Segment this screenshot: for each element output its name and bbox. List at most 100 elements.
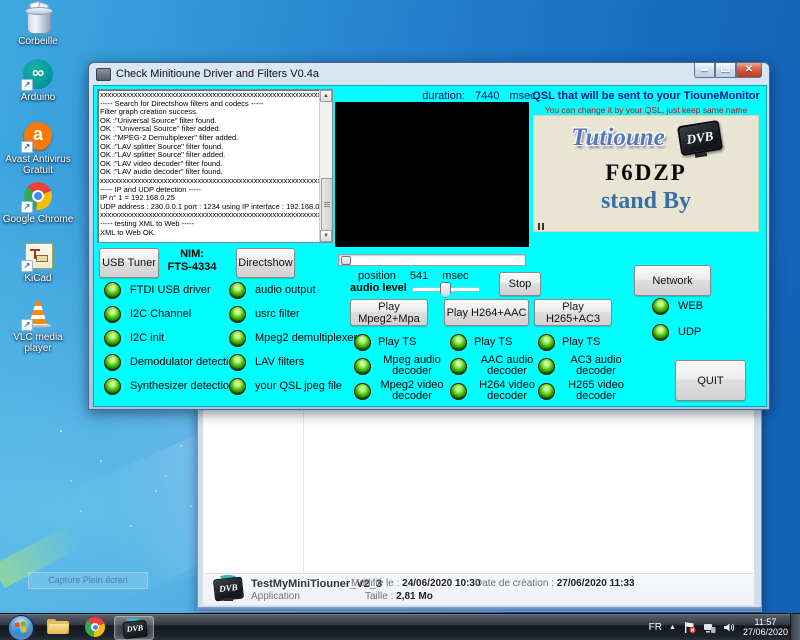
led-row-web: WEB — [652, 298, 703, 314]
recycle-bin-icon — [22, 2, 54, 34]
status-led — [652, 324, 669, 341]
status-led — [229, 354, 246, 371]
scroll-up-icon[interactable]: ▲ — [320, 90, 332, 102]
dvb-app-icon: DVB — [121, 619, 147, 638]
led-row-audio-output: audio output — [229, 282, 316, 298]
desktop-icon-arduino[interactable]: ∞ ↗ Arduino — [0, 58, 76, 103]
volume-tray-icon[interactable] — [723, 621, 736, 634]
tray-expand-icon[interactable]: ▲ — [669, 624, 676, 631]
log-lines: xxxxxxxxxxxxxxxxxxxxxxxxxxxxxxxxxxxxxxxx… — [100, 91, 319, 237]
explorer-window[interactable]: DVB TestMyMiniTiouner_V2_3 Application M… — [197, 403, 762, 612]
led-row-ftdi: FTDI USB driver — [104, 282, 211, 298]
status-led — [538, 383, 555, 400]
desktop-icon-chrome[interactable]: ↗ Google Chrome — [0, 180, 76, 225]
seek-thumb[interactable] — [341, 256, 351, 265]
taskbar-chrome-button[interactable] — [78, 616, 112, 638]
led-row-mpeg-audio: Mpeg audio decoder — [354, 355, 446, 377]
status-led — [104, 354, 121, 371]
system-tray: FR ▲ — [649, 614, 788, 640]
show-desktop-button[interactable] — [790, 614, 800, 640]
app-icon — [96, 68, 111, 81]
app-window: Check Minitioune Driver and Filters V0.4… — [88, 62, 770, 410]
close-button[interactable]: ✕ — [736, 63, 762, 78]
chrome-icon — [85, 617, 105, 637]
status-led — [354, 334, 371, 351]
wallpaper-sparkles — [60, 430, 62, 432]
led-row-i2c-init: I2C init — [104, 330, 164, 346]
desktop-screen: Corbeille ∞ ↗ Arduino a ↗ Avast Antiviru… — [0, 0, 800, 640]
quit-button[interactable]: QUIT — [675, 360, 746, 401]
taskbar-explorer-button[interactable] — [40, 616, 76, 638]
minimize-button[interactable] — [694, 63, 715, 78]
qsl-card-image: Tutioune DVB F6DZP stand By — [533, 115, 759, 232]
start-button[interactable] — [8, 615, 34, 640]
network-button[interactable]: Network — [634, 265, 711, 296]
status-led — [104, 306, 121, 323]
status-led — [229, 378, 246, 395]
audio-level-thumb[interactable] — [440, 282, 451, 298]
desktop-icon-label: Corbeille — [0, 36, 76, 47]
led-row-play-ts: Play TS — [354, 334, 416, 351]
status-led — [354, 383, 371, 400]
shortcut-arrow-icon: ↗ — [21, 319, 33, 331]
stop-button[interactable]: Stop — [499, 272, 541, 296]
desktop-icon-kicad[interactable]: ↗ KiCad — [0, 239, 76, 284]
network-tray-icon[interactable] — [703, 621, 716, 634]
window-controls: ✕ — [694, 63, 762, 78]
play-h265-button[interactable]: Play H265+AC3 — [534, 299, 612, 326]
desktop-icon-recycle-bin[interactable]: Corbeille — [0, 2, 76, 47]
log-scrollbar[interactable]: ▲ ▼ — [319, 90, 332, 242]
led-row-synthesizer: Synthesizer detection — [104, 378, 235, 394]
kicad-icon: ↗ — [22, 239, 54, 271]
video-display — [335, 102, 529, 247]
ghost-selection-label: Capture Plein écran — [28, 572, 148, 589]
play-h264-button[interactable]: Play H264+AAC — [444, 299, 529, 326]
status-led — [229, 330, 246, 347]
led-row-udp: UDP — [652, 324, 701, 340]
desktop-icon-label: VLC media player — [0, 332, 76, 354]
usb-tuner-button[interactable]: USB Tuner — [99, 248, 159, 278]
language-indicator[interactable]: FR — [649, 622, 662, 633]
led-row-h265-video: H265 video decoder — [538, 380, 630, 402]
window-title: Check Minitioune Driver and Filters V0.4… — [116, 68, 319, 80]
dvb-file-icon: DVB — [212, 576, 244, 602]
taskbar-clock[interactable]: 11:57 27/06/2020 — [743, 617, 788, 637]
directshow-button[interactable]: Directshow — [236, 248, 295, 278]
explorer-pane-divider[interactable] — [303, 407, 304, 574]
desktop-icon-vlc[interactable]: ↗ VLC media player — [0, 298, 76, 354]
titlebar[interactable]: Check Minitioune Driver and Filters V0.4… — [89, 63, 769, 85]
seek-bar[interactable] — [338, 254, 526, 266]
chrome-icon: ↗ — [22, 180, 54, 212]
qsl-status: stand By — [533, 188, 759, 215]
desktop-icon-label: Arduino — [0, 92, 76, 103]
play-column-mpeg2: Play Mpeg2+Mpa Play TS Mpeg audio decode… — [350, 299, 446, 402]
qsl-corner-mark — [538, 223, 546, 230]
status-led — [104, 282, 121, 299]
led-row-ac3-audio: AC3 audio decoder — [538, 355, 630, 377]
led-row-lav-filters: LAV filters — [229, 354, 304, 370]
qsl-subheader: You can change it by your QSL, just keep… — [530, 105, 762, 115]
scroll-down-icon[interactable]: ▼ — [320, 230, 332, 242]
led-row-mpeg2-video: Mpeg2 video decoder — [354, 380, 446, 402]
vlc-icon: ↗ — [22, 298, 54, 330]
led-row-qsl-jpeg: your QSL jpeg file — [229, 378, 342, 394]
log-textbox[interactable]: xxxxxxxxxxxxxxxxxxxxxxxxxxxxxxxxxxxxxxxx… — [97, 89, 333, 243]
status-led — [354, 358, 371, 375]
status-led — [450, 358, 467, 375]
led-row-demodulator: Demodulator detection — [104, 354, 241, 370]
audio-level-slider[interactable] — [412, 287, 480, 292]
scroll-thumb[interactable] — [321, 178, 333, 232]
file-size: Taille : 2,81 Mo — [365, 591, 433, 602]
taskbar-minitioune-button[interactable]: DVB — [114, 616, 154, 640]
avast-icon: a ↗ — [22, 120, 54, 152]
desktop-icon-label: KiCad — [0, 273, 76, 284]
desktop-icon-avast[interactable]: a ↗ Avast Antivirus Gratuit — [0, 120, 76, 176]
explorer-content[interactable] — [202, 406, 755, 575]
audio-level-label: audio level — [350, 282, 407, 294]
file-modified: Modifié le : 24/06/2020 10:30 — [351, 578, 481, 589]
action-center-flag-icon[interactable] — [683, 621, 696, 634]
desktop-icon-label: Avast Antivirus Gratuit — [0, 154, 76, 176]
maximize-button[interactable] — [715, 63, 736, 78]
arduino-icon: ∞ ↗ — [22, 58, 54, 90]
play-mpeg2-button[interactable]: Play Mpeg2+Mpa — [350, 299, 428, 326]
